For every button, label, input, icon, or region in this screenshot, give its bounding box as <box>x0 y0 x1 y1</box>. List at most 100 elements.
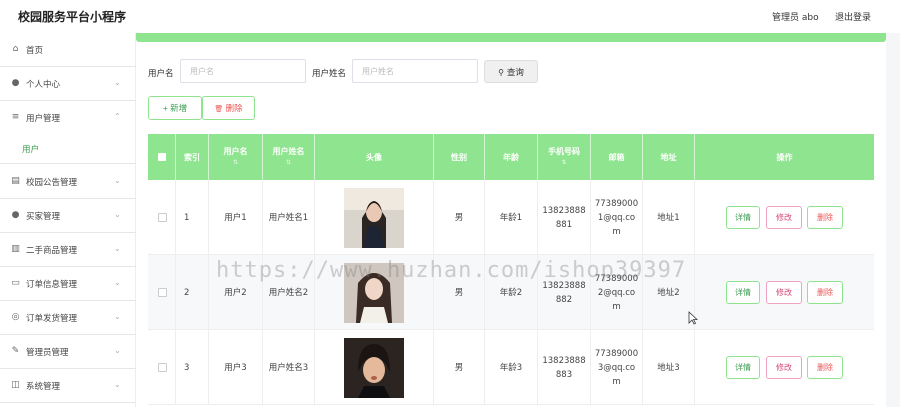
col-age[interactable]: 年龄 <box>485 134 538 180</box>
chevron-down-icon: ⌄ <box>114 346 121 355</box>
sidebar-item-buyers[interactable]: ● 买家管理 ⌄ <box>0 199 136 233</box>
sidebar-item-label: 管理员管理 <box>26 348 69 358</box>
cell-gender: 男 <box>434 330 485 405</box>
col-email[interactable]: 邮箱 <box>591 134 643 180</box>
row-checkbox[interactable] <box>158 363 167 372</box>
cell-email: 77389000 3@qq.co m <box>591 330 643 405</box>
realname-label: 用户姓名 <box>312 69 347 79</box>
table-row: 1 用户1 用户姓名1 男 年龄1 13823888 881 77389000 1@… <box>148 180 874 255</box>
cell-username: 用户2 <box>209 255 263 330</box>
chart-icon: ▥ <box>11 244 20 254</box>
cell-phone: 13823888 882 <box>538 255 591 330</box>
row-checkbox[interactable] <box>158 213 167 222</box>
chevron-down-icon: ⌄ <box>114 78 121 87</box>
mouse-cursor-icon <box>688 311 698 325</box>
batch-delete-button[interactable]: 🗑 删除 <box>202 96 255 120</box>
detail-button[interactable]: 详情 <box>726 281 760 304</box>
col-index: 索引 <box>176 134 209 180</box>
table-row: 3 用户3 用户姓名3 男 年龄3 13823888 883 77389000 3@… <box>148 330 874 405</box>
chevron-down-icon: ⌄ <box>114 244 121 253</box>
cell-phone: 13823888 883 <box>538 330 591 405</box>
sidebar-item-system[interactable]: ◫ 系统管理 ⌄ <box>0 369 136 403</box>
order-icon: ▭ <box>11 278 20 288</box>
add-button[interactable]: + 新增 <box>148 96 202 120</box>
col-gender[interactable]: 性别 <box>434 134 485 180</box>
delete-button[interactable]: 删除 <box>807 281 843 304</box>
sidebar-item-label: 个人中心 <box>26 80 61 90</box>
avatar <box>344 187 404 248</box>
realname-search-input[interactable] <box>352 59 478 83</box>
col-actions: 操作 <box>776 152 793 162</box>
delete-button[interactable]: 删除 <box>807 206 843 229</box>
header-accent-bar <box>136 33 886 42</box>
table-row: 2 用户2 用户姓名2 男 年龄2 13823888 882 77389000 2@… <box>148 255 874 330</box>
sidebar-item-orders[interactable]: ▭ 订单信息管理 ⌄ <box>0 267 136 301</box>
detail-button[interactable]: 详情 <box>726 206 760 229</box>
sidebar-item-label: 校园公告管理 <box>26 178 78 188</box>
edit-button[interactable]: 修改 <box>766 356 802 379</box>
username-search-input[interactable] <box>180 59 306 83</box>
content-panel: 用户名 用户姓名 ⚲查询 + 新增 🗑 删除 索引 用户名⇅ 用户姓名⇅ 头像 … <box>136 33 886 407</box>
sidebar-item-home[interactable]: ⌂ 首页 <box>0 33 136 67</box>
username-label: 用户名 <box>148 69 174 79</box>
detail-button[interactable]: 详情 <box>726 356 760 379</box>
edit-button[interactable]: 修改 <box>766 206 802 229</box>
cell-index: 3 <box>176 330 209 405</box>
sidebar-item-label: 用户管理 <box>26 114 61 124</box>
sidebar-item-notices[interactable]: ▤ 校园公告管理 ⌄ <box>0 165 136 199</box>
col-phone[interactable]: 手机号码 ⇅ <box>538 134 591 180</box>
search-button[interactable]: ⚲ 查询 <box>484 60 538 83</box>
cell-index: 2 <box>176 255 209 330</box>
trash-icon: 🗑 <box>214 106 224 113</box>
sidebar-item-shipping[interactable]: ◎ 订单发货管理 ⌄ <box>0 301 136 335</box>
cell-email: 77389000 2@qq.co m <box>591 255 643 330</box>
cell-age: 年龄1 <box>485 180 538 255</box>
row-checkbox[interactable] <box>158 288 167 297</box>
cell-age: 年龄3 <box>485 330 538 405</box>
sidebar-item-label: 首页 <box>26 46 44 56</box>
notice-icon: ▤ <box>11 176 20 186</box>
sidebar: ⌂ 首页 ● 个人中心 ⌄ ≡ 用户管理 ⌃ 用户 ▤ 校园公告管理 ⌄ ● 买… <box>0 33 136 407</box>
sidebar-item-label: 订单信息管理 <box>26 280 78 290</box>
avatar <box>344 262 404 323</box>
cell-username: 用户3 <box>209 330 263 405</box>
sidebar-item-label: 订单发货管理 <box>26 314 78 324</box>
sort-icon: ⇅ <box>285 159 292 166</box>
main-content: 用户名 用户姓名 ⚲查询 + 新增 🗑 删除 索引 用户名⇅ 用户姓名⇅ 头像 … <box>136 33 900 407</box>
cell-email: 77389000 1@qq.co m <box>591 180 643 255</box>
top-bar: 校园服务平台小程序 管理员 abo 退出登录 <box>0 0 900 33</box>
chevron-down-icon: ⌄ <box>114 176 121 185</box>
sidebar-subitem-label: 用户 <box>22 145 40 155</box>
cell-gender: 男 <box>434 180 485 255</box>
select-all-checkbox[interactable] <box>158 153 166 161</box>
col-username[interactable]: 用户名 ⇅ <box>209 134 263 180</box>
col-avatar[interactable]: 头像 <box>315 134 434 180</box>
sort-icon: ⇅ <box>232 159 239 166</box>
logout-link[interactable]: 退出登录 <box>835 10 871 23</box>
cell-index: 1 <box>176 180 209 255</box>
cell-realname: 用户姓名2 <box>263 255 315 330</box>
system-icon: ◫ <box>11 380 20 390</box>
sidebar-item-profile[interactable]: ● 个人中心 ⌄ <box>0 67 136 101</box>
sidebar-item-label: 系统管理 <box>26 382 61 392</box>
add-button-label: 新增 <box>170 103 188 113</box>
chevron-down-icon: ⌄ <box>114 278 121 287</box>
sidebar-subitem-users[interactable]: 用户 <box>0 134 136 164</box>
cell-realname: 用户姓名1 <box>263 180 315 255</box>
cell-gender: 男 <box>434 255 485 330</box>
avatar <box>344 337 404 398</box>
sidebar-item-admins[interactable]: ✎ 管理员管理 ⌄ <box>0 335 136 369</box>
table-header: 索引 用户名 ⇅ 用户姓名 ⇅ 头像 性别 年龄 手机号码 ⇅ 邮箱 地址 操作 <box>148 134 874 180</box>
sort-icon: ⇅ <box>561 159 567 166</box>
col-realname[interactable]: 用户姓名 ⇅ <box>263 134 315 180</box>
cell-address: 地址3 <box>643 330 695 405</box>
chevron-down-icon: ⌄ <box>114 380 121 389</box>
edit-button[interactable]: 修改 <box>766 281 802 304</box>
col-address[interactable]: 地址 <box>643 134 695 180</box>
buyer-icon: ● <box>11 210 20 220</box>
sidebar-item-label: 买家管理 <box>26 212 61 222</box>
globe-icon: ◎ <box>11 312 20 322</box>
sidebar-item-user-management[interactable]: ≡ 用户管理 ⌃ <box>0 101 136 135</box>
sidebar-item-secondhand[interactable]: ▥ 二手商品管理 ⌄ <box>0 233 136 267</box>
delete-button[interactable]: 删除 <box>807 356 843 379</box>
